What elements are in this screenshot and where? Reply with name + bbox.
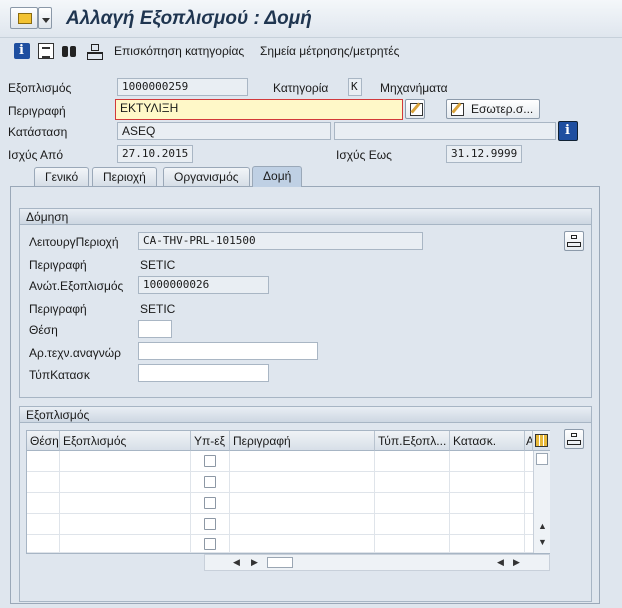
table-horizontal-scrollbar[interactable]: ◀ ▶ ◀ ▶ [204, 554, 550, 571]
scroll-up-icon[interactable]: ▲ [538, 521, 547, 531]
category-label: Κατηγορία [273, 81, 329, 95]
sub-equipment-checkbox[interactable] [204, 455, 216, 467]
column-header-a[interactable]: Α [525, 431, 533, 451]
category-field[interactable]: K [348, 78, 362, 96]
column-header-manufacturer[interactable]: Κατασκ. [450, 431, 525, 451]
column-header-position[interactable]: Θέση [27, 431, 60, 451]
table-row[interactable] [27, 514, 533, 535]
hierarchy-list-icon[interactable] [564, 429, 584, 449]
title-bar: Αλλαγή Εξοπλισμού : Δομή [0, 0, 622, 38]
table-row[interactable] [27, 493, 533, 514]
sub-equipment-checkbox[interactable] [204, 497, 216, 509]
tech-id-input[interactable] [138, 342, 318, 360]
valid-to-field[interactable]: 31.12.9999 [446, 145, 522, 163]
scroll-down-icon[interactable]: ▼ [538, 537, 547, 547]
valid-to-label: Ισχύς Εως [336, 148, 392, 162]
table-row[interactable] [27, 535, 533, 553]
window-title: Αλλαγή Εξοπλισμού : Δομή [66, 8, 312, 29]
status-field[interactable]: ASEQ [117, 122, 331, 140]
column-header-description[interactable]: Περιγραφή [230, 431, 375, 451]
binoculars-icon[interactable] [61, 43, 77, 59]
sub-equipment-checkbox[interactable] [204, 538, 216, 550]
category-text: Μηχανήματα [380, 81, 448, 95]
measuring-points-button[interactable]: Σημεία μέτρησης/μετρητές [260, 44, 399, 58]
horizontal-scroll-thumb[interactable] [267, 557, 293, 568]
equipment-label: Εξοπλισμός [8, 81, 72, 95]
column-header-equipment[interactable]: Εξοπλισμός [60, 431, 191, 451]
valid-from-field[interactable]: 27.10.2015 [117, 145, 193, 163]
position-label: Θέση [29, 323, 58, 337]
tab-structure[interactable]: Δομή [252, 166, 303, 187]
superior-desc-label: Περιγραφή [29, 302, 87, 316]
sub-equipment-checkbox[interactable] [204, 518, 216, 530]
table-vertical-scrollbar[interactable]: ▲ ▼ [533, 451, 550, 553]
tab-location[interactable]: Περιοχή [92, 167, 157, 186]
column-header-type[interactable]: Τύπ.Εξοπλ... [375, 431, 450, 451]
manuf-type-input[interactable] [138, 364, 269, 382]
status-info-icon[interactable] [558, 121, 578, 141]
category-overview-button[interactable]: Επισκόπηση κατηγορίας [114, 44, 244, 58]
dropdown-arrow-icon[interactable] [38, 7, 52, 29]
structure-group-title: Δόμηση [20, 209, 591, 225]
edit-text-pencil-icon[interactable] [405, 99, 425, 119]
hierarchy-up-icon[interactable] [564, 231, 584, 251]
status-extra-field[interactable] [334, 122, 556, 140]
scroll-right-end-icon[interactable]: ▶ [513, 557, 520, 568]
func-location-label: ΛειτουργΠεριοχή [29, 235, 119, 249]
status-label: Κατάσταση [8, 125, 68, 139]
column-config-icon[interactable] [533, 431, 550, 451]
manuf-type-label: ΤύπΚατασκ [29, 368, 90, 382]
superior-equipment-label: Ανώτ.Εξοπλισμός [29, 279, 124, 293]
equipment-field[interactable]: 1000000259 [117, 78, 248, 96]
tab-general[interactable]: Γενικό [34, 167, 90, 186]
scroll-left-end-icon[interactable]: ◀ [497, 557, 504, 568]
func-desc-label: Περιγραφή [29, 258, 87, 272]
tech-id-label: Αρ.τεχν.αναγνώρ [29, 346, 121, 360]
hierarchy-icon[interactable] [86, 43, 103, 60]
superior-desc-value: SETIC [140, 302, 176, 316]
position-input[interactable] [138, 320, 172, 338]
internal-note-label: Εσωτερ.σ... [471, 102, 534, 116]
description-label: Περιγραφή [8, 104, 66, 118]
info-icon[interactable] [14, 43, 30, 59]
application-toolbar: Επισκόπηση κατηγορίας Σημεία μέτρησης/με… [0, 38, 622, 66]
scroll-left-icon[interactable]: ◀ [233, 557, 240, 568]
superior-equipment-field[interactable]: 1000000026 [138, 276, 269, 294]
table-row[interactable] [27, 451, 533, 472]
sub-equipment-checkbox[interactable] [204, 476, 216, 488]
func-desc-value: SETIC [140, 258, 176, 272]
scroll-right-icon[interactable]: ▶ [251, 557, 258, 568]
valid-from-label: Ισχύς Από [8, 148, 64, 162]
system-menu-icon[interactable] [10, 7, 38, 29]
equipment-group-title: Εξοπλισμός [20, 407, 591, 423]
tab-organization[interactable]: Οργανισμός [163, 167, 250, 186]
scroll-thumb[interactable] [536, 453, 548, 465]
func-location-field[interactable]: CA-THV-PRL-101500 [138, 232, 423, 250]
document-icon[interactable] [38, 43, 54, 59]
description-input[interactable]: ΕΚΤΥΛΙΞΗ [115, 99, 403, 120]
internal-note-button[interactable]: Εσωτερ.σ... [446, 99, 541, 119]
column-header-sub-equipment[interactable]: Υπ-εξ [191, 431, 230, 451]
equipment-table: Θέση Εξοπλισμός Υπ-εξ Περιγραφή Τύπ.Εξοπ… [26, 430, 550, 554]
table-row[interactable] [27, 472, 533, 493]
